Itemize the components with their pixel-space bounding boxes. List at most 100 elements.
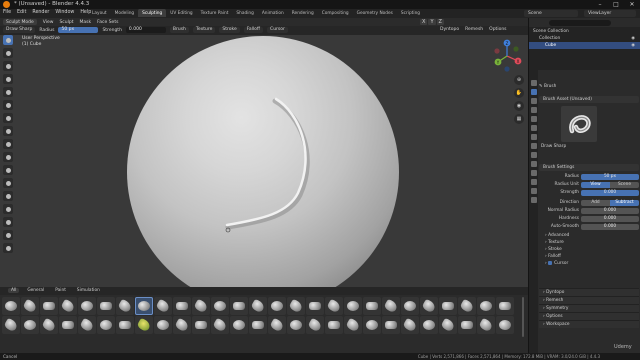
paint-tool[interactable]	[3, 48, 13, 58]
world-tab-icon[interactable]	[530, 134, 537, 140]
menu-edit[interactable]: Edit	[17, 10, 26, 15]
brush-thumbnail[interactable]	[249, 316, 267, 334]
tab-modeling[interactable]: Modeling	[111, 9, 139, 17]
tab-sculpting[interactable]: Sculpting	[138, 9, 167, 17]
menu-view[interactable]: View	[43, 20, 54, 25]
3d-viewport[interactable]: User Perspective (1) Cube X Y Z ⊕ ✋ ◉ ▦	[0, 35, 528, 293]
brush-thumbnail[interactable]	[173, 297, 191, 315]
cursor-checkbox[interactable]	[548, 260, 553, 265]
subpanel-falloff[interactable]: › Falloff	[539, 253, 639, 260]
brush-thumbnail[interactable]	[401, 316, 419, 334]
outliner-row-collection[interactable]: Collection ◉	[529, 35, 640, 42]
menu-file[interactable]: File	[3, 10, 11, 15]
menu-face-sets[interactable]: Face Sets	[97, 20, 118, 25]
close-button[interactable]: ✕	[626, 0, 638, 9]
brush-thumbnail[interactable]	[325, 316, 343, 334]
radius-unit-view[interactable]: View	[581, 181, 610, 188]
brush-thumbnail[interactable]	[230, 297, 248, 315]
panel-dyntopo[interactable]: › Dyntopo	[539, 288, 639, 296]
panel-options[interactable]: › Options	[539, 312, 639, 320]
menu-texture[interactable]: Texture	[192, 27, 216, 33]
brush-thumbnail[interactable]	[287, 316, 305, 334]
brush-thumbnail[interactable]	[325, 297, 343, 315]
strength-field[interactable]: 0.000	[125, 27, 166, 33]
brush-thumbnail[interactable]	[458, 316, 476, 334]
grid-icon[interactable]: ▦	[514, 114, 524, 124]
radius-value-field[interactable]: 50 px	[581, 173, 639, 180]
maximize-button[interactable]: □	[610, 0, 622, 9]
brush-thumbnail[interactable]	[192, 297, 210, 315]
symmetry-y-toggle[interactable]: Y	[428, 19, 436, 25]
brush-thumbnail[interactable]	[97, 297, 115, 315]
brush-thumbnail[interactable]	[78, 297, 96, 315]
color-filter-tool[interactable]	[3, 152, 13, 162]
shelf-scrollbar[interactable]	[522, 297, 524, 337]
rotate-tool[interactable]	[3, 204, 13, 214]
brush-thumbnail[interactable]	[173, 316, 191, 334]
brush-thumbnail[interactable]	[97, 316, 115, 334]
view-layer-tab-icon[interactable]	[530, 116, 537, 122]
brush-thumbnail[interactable]	[382, 316, 400, 334]
mesh-filter-tool[interactable]	[3, 126, 13, 136]
tab-compositing[interactable]: Compositing	[318, 9, 353, 17]
menu-mask[interactable]: Mask	[80, 20, 92, 25]
move-tool[interactable]	[3, 191, 13, 201]
constraints-tab-icon[interactable]	[530, 170, 537, 176]
menu-sculpt[interactable]: Sculpt	[59, 20, 73, 25]
brush-thumbnail[interactable]	[401, 297, 419, 315]
brush-thumbnail[interactable]	[439, 297, 457, 315]
brush-tab-icon[interactable]	[530, 89, 537, 95]
symmetry-z-toggle[interactable]: Z	[436, 19, 444, 25]
brush-thumbnail[interactable]	[439, 316, 457, 334]
menu-render[interactable]: Render	[32, 10, 49, 15]
render-tab-icon[interactable]	[530, 98, 537, 104]
line-project-tool[interactable]	[3, 113, 13, 123]
brush-thumbnail[interactable]	[363, 297, 381, 315]
cloth-filter-tool[interactable]	[3, 139, 13, 149]
navigation-gizmo[interactable]: X Y Z	[490, 39, 524, 73]
physics-tab-icon[interactable]	[530, 161, 537, 167]
brush-thumbnail[interactable]	[306, 297, 324, 315]
brush-thumbnail[interactable]	[230, 316, 248, 334]
tool-tab-icon[interactable]	[530, 80, 537, 86]
output-tab-icon[interactable]	[530, 107, 537, 113]
brush-thumbnail[interactable]	[458, 297, 476, 315]
direction-add[interactable]: Add	[581, 199, 610, 206]
brush-thumbnail[interactable]	[287, 297, 305, 315]
tab-geometry-nodes[interactable]: Geometry Nodes	[353, 9, 397, 17]
radius-field[interactable]: 50 px	[58, 27, 99, 33]
brush-thumbnail[interactable]	[40, 316, 58, 334]
scene-tab-icon[interactable]	[530, 125, 537, 131]
box-mask-tool[interactable]	[3, 74, 13, 84]
shelf-tab-paint[interactable]: Paint	[52, 288, 69, 293]
mask-by-color-tool[interactable]	[3, 178, 13, 188]
brush-thumbnail[interactable]	[78, 316, 96, 334]
brush-thumbnail[interactable]	[382, 297, 400, 315]
annotate-tool[interactable]	[3, 243, 13, 253]
mode-selector[interactable]: Sculpt Mode	[3, 19, 37, 25]
tab-animation[interactable]: Animation	[258, 9, 288, 17]
brush-selector[interactable]: Draw Sharp	[3, 27, 36, 33]
brush-thumbnail[interactable]	[211, 297, 229, 315]
draw-brush-tool[interactable]	[3, 35, 13, 45]
strength-value-field[interactable]: 0.000	[581, 189, 639, 196]
menu-window[interactable]: Window	[55, 10, 74, 15]
brush-thumbnail[interactable]	[496, 316, 514, 334]
brush-thumbnail[interactable]	[154, 316, 172, 334]
brush-thumbnail[interactable]	[59, 297, 77, 315]
menu-cursor[interactable]: Cursor	[267, 27, 288, 33]
brush-thumbnail[interactable]	[344, 316, 362, 334]
outliner-search-input[interactable]	[549, 19, 611, 26]
brush-thumbnail[interactable]	[192, 316, 210, 334]
scale-tool[interactable]	[3, 217, 13, 227]
panel-remesh[interactable]: › Remesh	[539, 296, 639, 304]
brush-thumbnail[interactable]	[268, 297, 286, 315]
shelf-tab-general[interactable]: General	[24, 288, 47, 293]
brush-thumbnail[interactable]	[306, 316, 324, 334]
minimize-button[interactable]: –	[594, 0, 606, 9]
tab-layout[interactable]: Layout	[88, 9, 111, 17]
zoom-icon[interactable]: ⊕	[514, 75, 524, 85]
remesh-menu[interactable]: Remesh	[465, 27, 483, 32]
subpanel-stroke[interactable]: › Stroke	[539, 246, 639, 253]
symmetry-x-toggle[interactable]: X	[420, 19, 428, 25]
